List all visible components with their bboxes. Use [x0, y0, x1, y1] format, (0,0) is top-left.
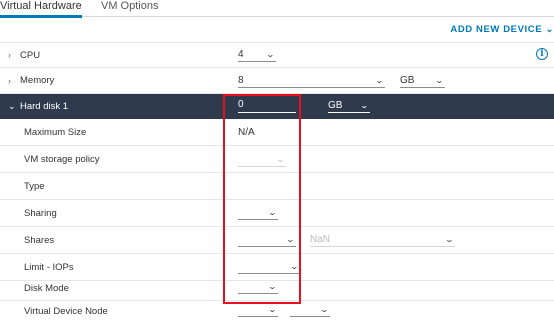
memory-unit-select[interactable]: GB ⌄ [400, 74, 445, 88]
memory-expander[interactable]: › Memory [8, 68, 54, 93]
hard-disk-unit-select[interactable]: GB ⌄ [328, 99, 370, 113]
maximum-size-label: Maximum Size [24, 126, 87, 138]
cpu-label: CPU [20, 49, 41, 61]
memory-value: 8 [238, 75, 244, 86]
shares-value-placeholder: NaN [310, 234, 331, 245]
device-node-slot-select[interactable]: ⌄ [290, 303, 330, 317]
disk-mode-label: Disk Mode [24, 282, 69, 294]
chevron-down-icon: ⌄ [545, 24, 554, 35]
hard-disk-unit: GB [328, 100, 343, 111]
add-new-device-label: ADD NEW DEVICE [450, 24, 543, 35]
dropdown-caret-icon: ⌄ [319, 305, 330, 314]
tab-vm-options[interactable]: VM Options [101, 0, 158, 17]
virtual-device-node-row: Virtual Device Node ⌄ ⌄ [0, 301, 554, 322]
cpu-select[interactable]: 4 ⌄ [238, 48, 276, 62]
chevron-right-icon: › [8, 50, 11, 60]
add-new-device-button[interactable]: ADD NEW DEVICE ⌄ [450, 24, 554, 35]
dropdown-caret-icon: ⌄ [434, 76, 445, 85]
chevron-down-icon: ⌄ [8, 101, 16, 111]
hard-disk-label: Hard disk 1 [20, 101, 69, 112]
device-node-controller-select[interactable]: ⌄ [238, 303, 278, 317]
dropdown-caret-icon: ⌄ [374, 76, 385, 85]
type-label: Type [24, 180, 45, 192]
cpu-value: 4 [238, 49, 244, 60]
dropdown-caret-icon: ⌄ [444, 235, 455, 244]
tab-virtual-hardware[interactable]: Virtual Hardware [0, 0, 82, 18]
cpu-row: › CPU 4 ⌄ i [0, 42, 554, 68]
storage-policy-label: VM storage policy [24, 153, 100, 165]
virtual-device-node-label: Virtual Device Node [24, 306, 108, 317]
dropdown-caret-icon: ⌄ [359, 101, 370, 110]
sharing-label: Sharing [24, 207, 57, 219]
shares-label: Shares [24, 234, 55, 246]
memory-row: › Memory 8 ⌄ GB ⌄ [0, 68, 554, 94]
dropdown-caret-icon: ⌄ [265, 50, 276, 59]
info-icon[interactable]: i [536, 48, 548, 60]
memory-label: Memory [20, 75, 55, 86]
highlight-box [223, 94, 301, 304]
dropdown-caret-icon: ⌄ [267, 305, 278, 314]
chevron-right-icon: › [8, 75, 11, 86]
hard-disk-expander[interactable]: ⌄ Hard disk 1 [8, 94, 68, 119]
cpu-expander[interactable]: › CPU [8, 43, 40, 67]
memory-size-select[interactable]: 8 ⌄ [238, 74, 385, 88]
shares-value-select[interactable]: NaN ⌄ [310, 233, 455, 247]
memory-unit: GB [400, 75, 415, 86]
tab-bar: Virtual Hardware VM Options [0, 0, 554, 18]
